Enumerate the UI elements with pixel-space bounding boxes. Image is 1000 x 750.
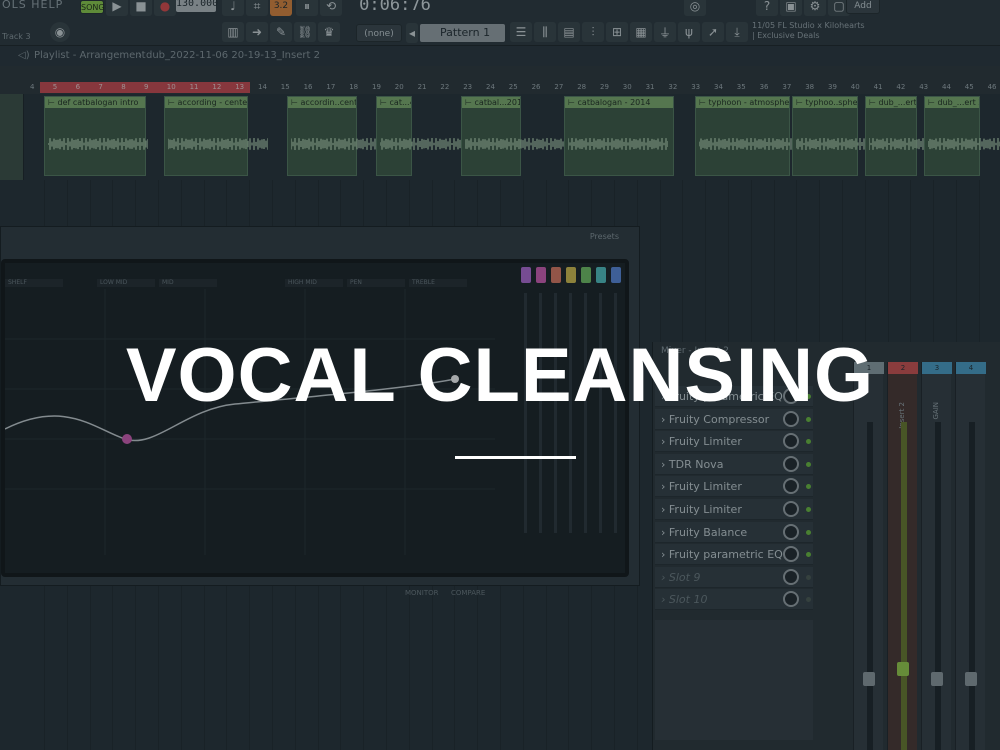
headline-title: VOCAL CLEANSING — [125, 333, 875, 418]
headline-underline — [455, 456, 576, 459]
